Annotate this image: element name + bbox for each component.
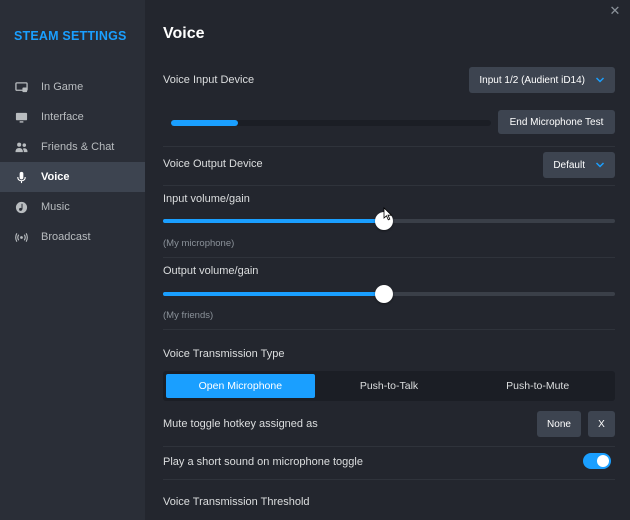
friends-icon (14, 140, 28, 154)
monitor-icon (14, 110, 28, 124)
sidebar-item-label: In Game (41, 81, 84, 93)
sidebar: STEAM SETTINGS In Game Interface Friends… (0, 0, 145, 520)
clear-hotkey-button[interactable]: X (588, 411, 615, 437)
microphone-icon (14, 170, 28, 184)
output-device-dropdown[interactable]: Default (543, 152, 615, 178)
input-volume-fill (163, 219, 385, 223)
sidebar-title: STEAM SETTINGS (14, 29, 127, 43)
toggle-sound-label: Play a short sound on microphone toggle (163, 456, 363, 468)
sidebar-item-label: Broadcast (41, 231, 91, 243)
mouse-cursor-icon (383, 207, 393, 221)
voice-settings-panel: ✕ Voice Voice Input Device Input 1/2 (Au… (145, 0, 630, 520)
tab-push-to-mute[interactable]: Push-to-Mute (463, 374, 612, 398)
sidebar-item-music[interactable]: Music (0, 192, 145, 222)
chevron-down-icon (595, 162, 605, 168)
tab-open-microphone[interactable]: Open Microphone (166, 374, 315, 398)
sidebar-item-label: Voice (41, 171, 70, 183)
output-device-value: Default (553, 159, 585, 171)
divider (163, 146, 615, 147)
divider (163, 329, 615, 330)
toggle-sound-switch[interactable] (583, 453, 611, 469)
page-title: Voice (163, 25, 205, 42)
divider (163, 185, 615, 186)
toggle-knob (597, 455, 609, 467)
output-volume-fill (163, 292, 385, 296)
broadcast-icon (14, 230, 28, 244)
sidebar-item-label: Friends & Chat (41, 141, 115, 153)
music-icon (14, 200, 28, 214)
sidebar-item-label: Interface (41, 111, 84, 123)
input-device-value: Input 1/2 (Audient iD14) (479, 74, 585, 86)
sidebar-item-friends-chat[interactable]: Friends & Chat (0, 132, 145, 162)
sidebar-item-in-game[interactable]: In Game (0, 72, 145, 102)
close-icon[interactable]: ✕ (608, 4, 622, 18)
chevron-down-icon (595, 77, 605, 83)
transmission-type-label: Voice Transmission Type (163, 348, 285, 360)
divider (163, 446, 615, 447)
tab-push-to-talk[interactable]: Push-to-Talk (315, 374, 464, 398)
sidebar-item-interface[interactable]: Interface (0, 102, 145, 132)
output-volume-thumb[interactable] (375, 285, 394, 303)
divider (163, 479, 615, 480)
sidebar-item-label: Music (41, 201, 70, 213)
input-volume-sublabel: (My microphone) (163, 238, 235, 249)
transmission-type-selector: Open Microphone Push-to-Talk Push-to-Mut… (163, 371, 615, 401)
input-volume-label: Input volume/gain (163, 193, 250, 205)
end-microphone-test-button[interactable]: End Microphone Test (498, 110, 615, 134)
mute-hotkey-button[interactable]: None (537, 411, 581, 437)
steam-settings-window: STEAM SETTINGS In Game Interface Friends… (0, 0, 630, 520)
output-volume-sublabel: (My friends) (163, 310, 214, 321)
output-volume-label: Output volume/gain (163, 265, 259, 277)
mic-level-fill (171, 120, 239, 126)
sidebar-item-voice[interactable]: Voice (0, 162, 145, 192)
input-device-dropdown[interactable]: Input 1/2 (Audient iD14) (469, 67, 615, 93)
mic-level-meter (171, 120, 491, 126)
divider (163, 257, 615, 258)
in-game-icon (14, 80, 28, 94)
transmission-threshold-label: Voice Transmission Threshold (163, 496, 310, 508)
sidebar-item-broadcast[interactable]: Broadcast (0, 222, 145, 252)
output-volume-slider[interactable] (163, 285, 615, 303)
